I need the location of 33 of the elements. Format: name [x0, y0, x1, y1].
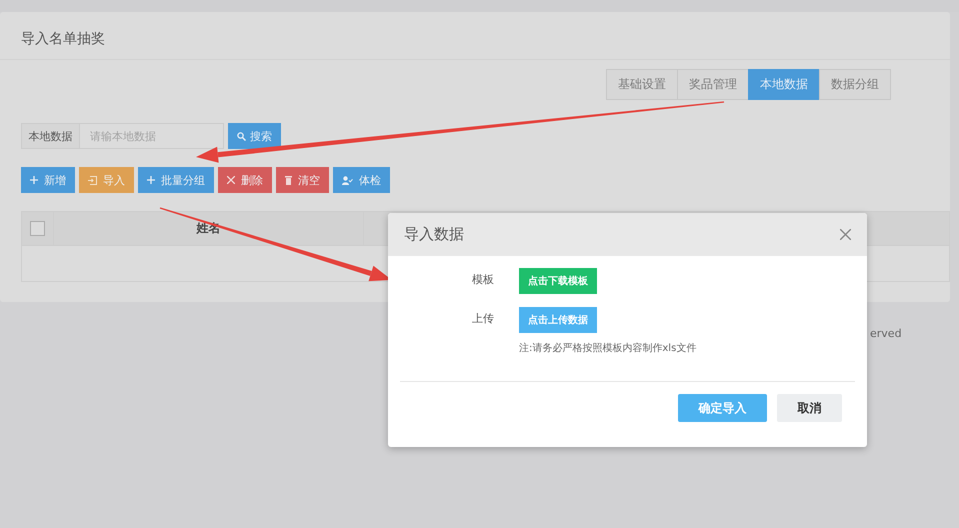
tab[interactable]: 基础设置	[606, 69, 678, 100]
toolbar-button[interactable]: 导入	[79, 167, 134, 193]
toolbar-button[interactable]: 清空	[276, 167, 329, 193]
user-check-icon	[342, 176, 353, 184]
tab[interactable]: 奖品管理	[677, 69, 749, 100]
field-label: 模板	[471, 272, 494, 287]
trash-icon	[285, 176, 292, 184]
login-icon	[88, 176, 97, 184]
upload-button[interactable]: 点击上传数据	[519, 307, 597, 333]
footer-text: erved	[870, 327, 902, 340]
toolbar-button[interactable]: 删除	[218, 167, 272, 193]
note-text: 注:请务必严格按照模板内容制作xls文件	[519, 342, 698, 355]
close-icon	[840, 229, 851, 240]
tab[interactable]: 数据分组	[819, 69, 891, 100]
plus-icon	[147, 176, 155, 184]
close-icon	[227, 176, 235, 184]
toolbar-button[interactable]: 批量分组	[138, 167, 214, 193]
confirm-button[interactable]: 确定导入	[678, 394, 767, 422]
dialog-title: 导入数据	[404, 225, 464, 244]
toolbar-button[interactable]: 体检	[333, 167, 390, 193]
download-button[interactable]: 点击下载模板	[519, 268, 597, 294]
toolbar-button[interactable]: 新增	[21, 167, 75, 193]
field-label: 上传	[471, 311, 494, 326]
panel-title: 导入名单抽奖	[21, 31, 105, 47]
checkbox[interactable]	[30, 221, 45, 236]
field-label: 本地数据	[21, 123, 80, 149]
search-field[interactable]: 请输本地数据	[80, 123, 224, 149]
plus-icon	[30, 176, 38, 184]
search-button[interactable]: 搜索	[228, 123, 281, 149]
cancel-button[interactable]: 取消	[777, 394, 842, 422]
tab[interactable]: 本地数据	[748, 69, 820, 100]
search-icon	[237, 132, 246, 140]
close-button[interactable]	[838, 227, 853, 242]
